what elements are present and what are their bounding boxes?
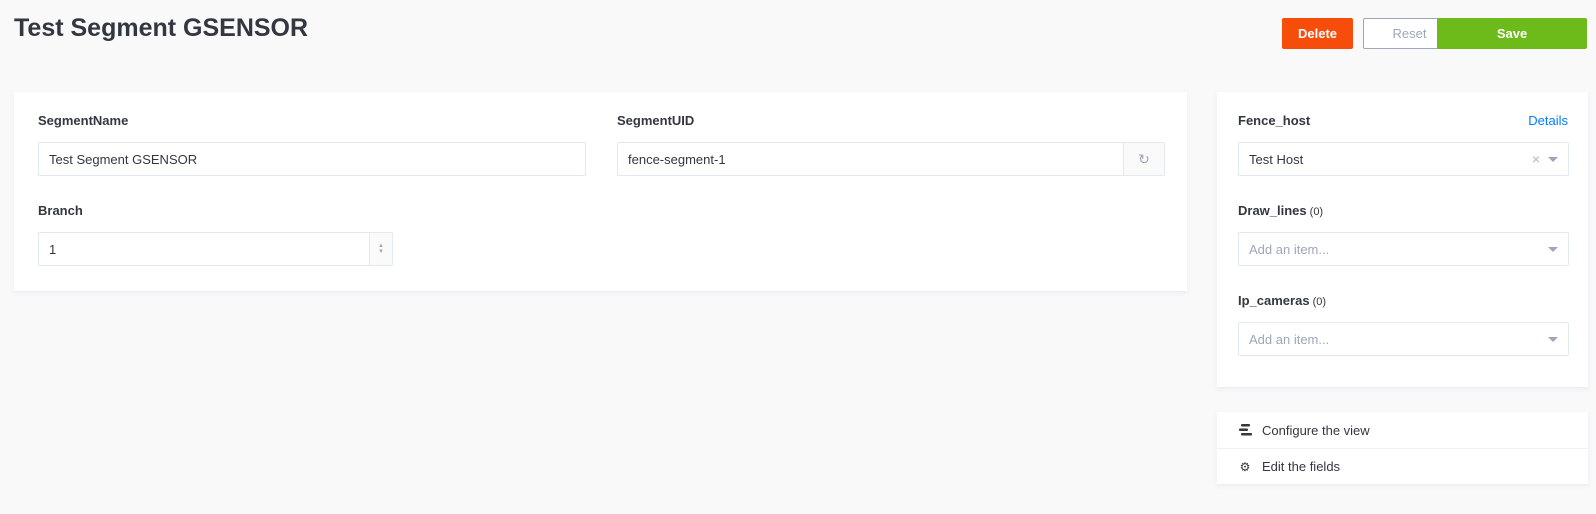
fence-host-value: Test Host: [1249, 151, 1304, 167]
fence-host-label: Fence_host: [1238, 113, 1311, 128]
list-layout-icon: [1238, 424, 1252, 436]
page-title: Test Segment GSENSOR: [14, 14, 309, 42]
draw-lines-label: Draw_lines (0): [1238, 203, 1323, 218]
draw-lines-placeholder: Add an item...: [1249, 241, 1330, 257]
fence-host-select[interactable]: Test Host ×: [1238, 142, 1569, 176]
segment-uid-input[interactable]: fence-segment-1 ↻: [617, 142, 1165, 176]
edit-fields-link[interactable]: ⚙ Edit the fields: [1217, 448, 1588, 484]
configure-view-link[interactable]: Configure the view: [1217, 412, 1588, 448]
segment-name-label: SegmentName: [38, 113, 129, 128]
number-stepper-icon[interactable]: ▲ ▼: [369, 233, 392, 265]
chevron-down-icon[interactable]: [1548, 156, 1558, 162]
chevron-down-icon[interactable]: [1548, 246, 1558, 252]
edit-fields-label: Edit the fields: [1262, 459, 1341, 474]
ip-cameras-count: (0): [1312, 296, 1327, 308]
chevron-down-icon[interactable]: [1548, 336, 1558, 342]
fence-host-details-link[interactable]: Details: [1528, 113, 1568, 128]
ip-cameras-select[interactable]: Add an item...: [1238, 322, 1569, 356]
branch-number-input[interactable]: 1 ▲ ▼: [38, 232, 393, 266]
save-button[interactable]: Save: [1437, 18, 1587, 49]
segment-uid-value: fence-segment-1: [628, 151, 726, 167]
segment-name-input[interactable]: Test Segment GSENSOR: [38, 142, 586, 176]
edit-form-card: SegmentName Test Segment GSENSOR Segment…: [14, 92, 1187, 291]
ip-cameras-label: Ip_cameras (0): [1238, 293, 1326, 308]
delete-button[interactable]: Delete: [1282, 18, 1353, 49]
clear-selection-icon[interactable]: ×: [1532, 151, 1540, 167]
relations-card: Fence_host Details Test Host × Draw_line…: [1217, 92, 1588, 387]
segment-name-value: Test Segment GSENSOR: [49, 151, 198, 167]
branch-label: Branch: [38, 203, 83, 218]
draw-lines-select[interactable]: Add an item...: [1238, 232, 1569, 266]
draw-lines-count: (0): [1309, 206, 1324, 218]
segment-uid-label: SegmentUID: [617, 113, 695, 128]
regenerate-uid-icon[interactable]: ↻: [1123, 143, 1164, 175]
configure-view-label: Configure the view: [1262, 422, 1370, 438]
ip-cameras-placeholder: Add an item...: [1249, 331, 1330, 347]
stepper-down-icon[interactable]: ▼: [378, 249, 384, 255]
branch-value: 1: [49, 241, 57, 257]
settings-links-card: Configure the view ⚙ Edit the fields: [1217, 412, 1588, 484]
ip-cameras-label-text: Ip_cameras: [1238, 293, 1310, 308]
draw-lines-label-text: Draw_lines: [1238, 203, 1307, 218]
gear-icon: ⚙: [1239, 459, 1251, 474]
